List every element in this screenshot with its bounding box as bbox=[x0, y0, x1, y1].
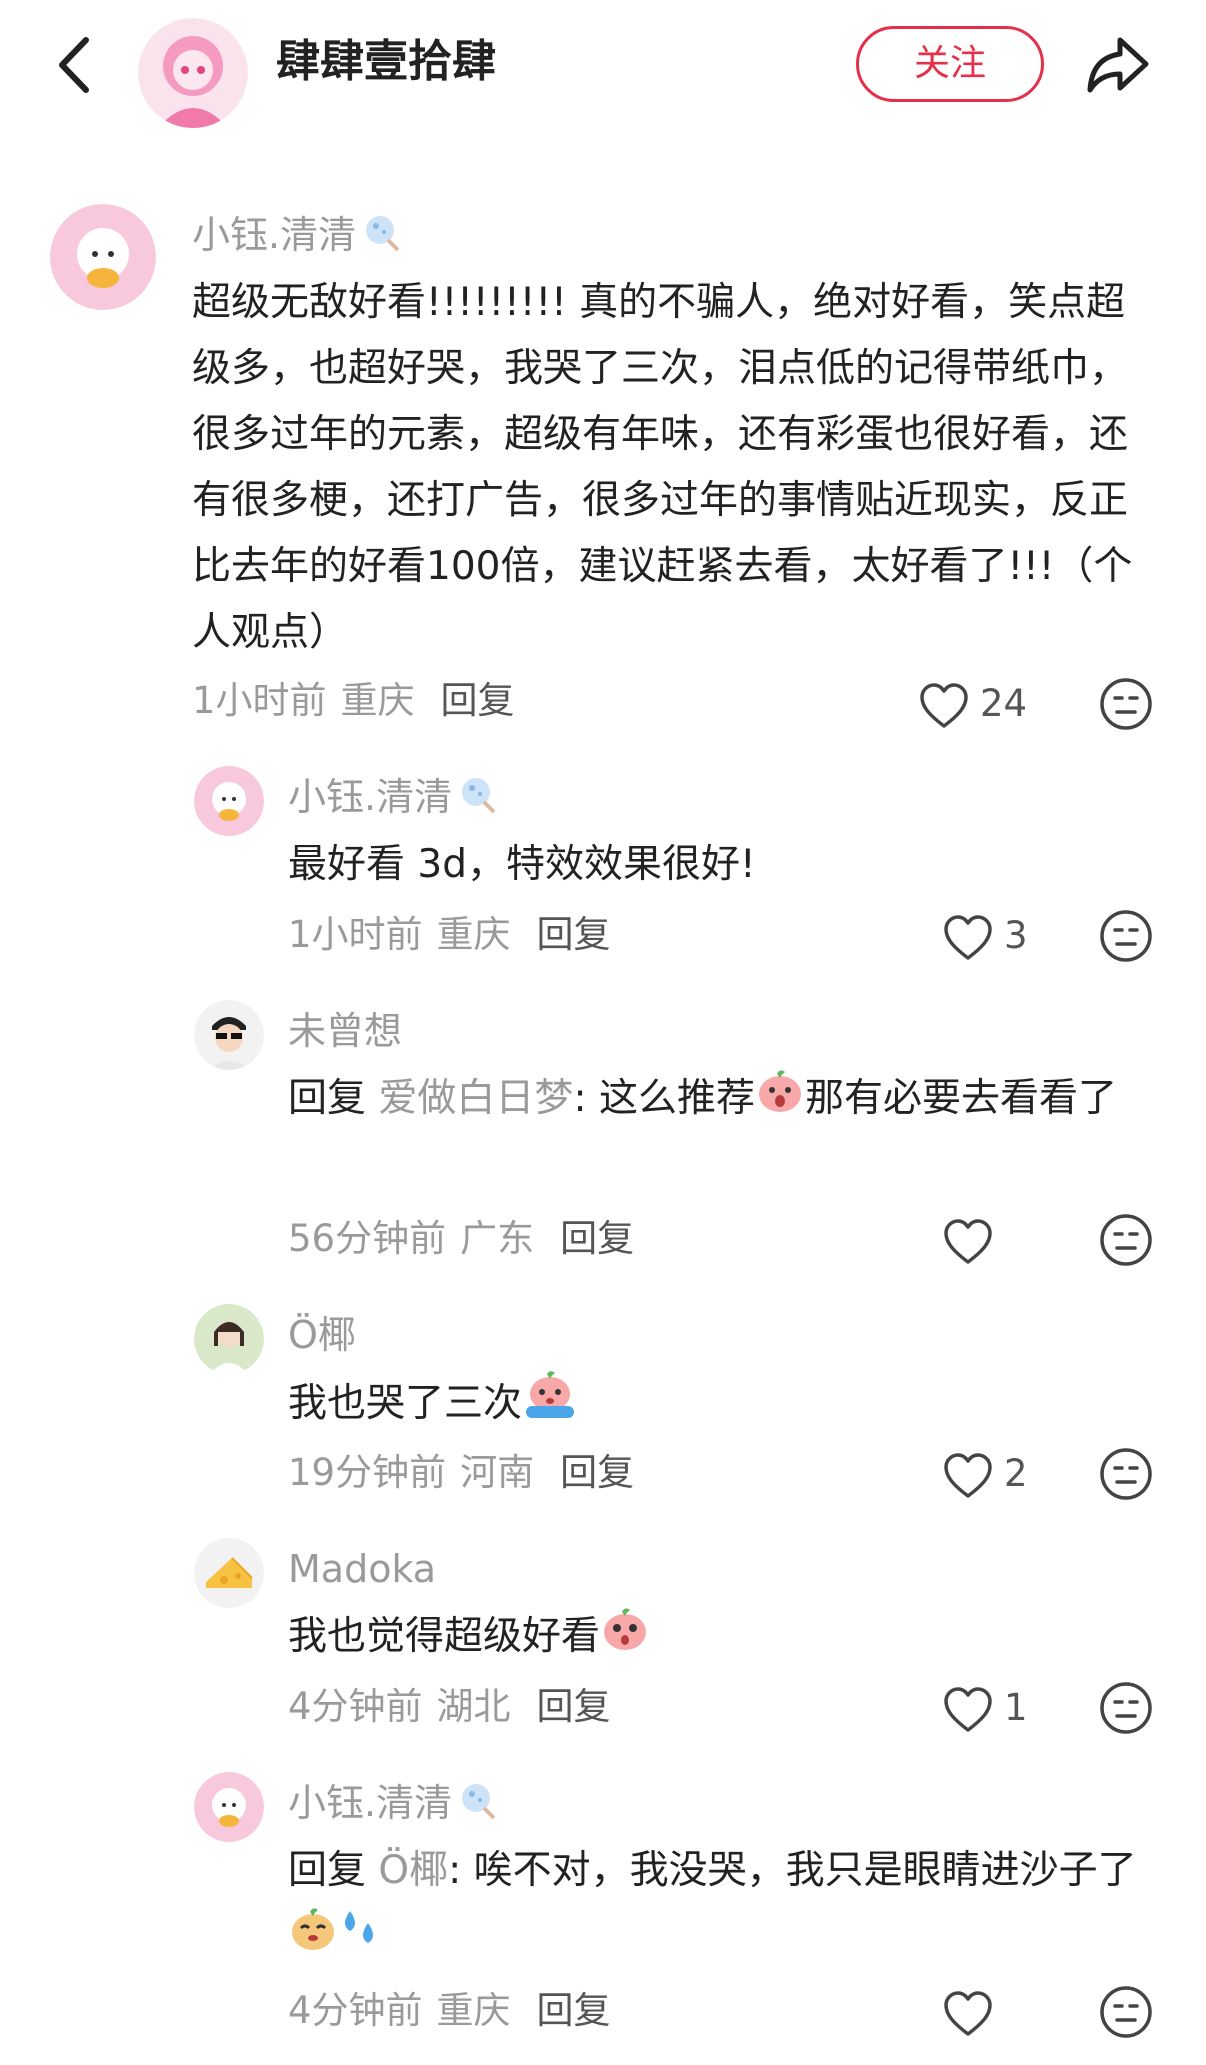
comment-time: 4分钟前 bbox=[288, 1989, 423, 2032]
reply-button[interactable]: 回复 bbox=[441, 679, 515, 722]
dislike-face-icon bbox=[1100, 1448, 1152, 1500]
author-avatar[interactable] bbox=[138, 18, 248, 128]
comment-text: 最好看 3d，特效效果很好! bbox=[288, 842, 756, 887]
follow-button[interactable]: 关注 bbox=[856, 26, 1044, 102]
like-button[interactable]: 1 bbox=[942, 1680, 1028, 1736]
dislike-button[interactable] bbox=[1098, 1446, 1154, 1502]
share-icon bbox=[1087, 37, 1149, 93]
comment-time: 56分钟前 bbox=[288, 1217, 447, 1260]
dislike-button[interactable] bbox=[1098, 1212, 1154, 1268]
comment-location: 河南 bbox=[460, 1451, 535, 1494]
like-count: 2 bbox=[1004, 1452, 1028, 1495]
comment-text-part: 那有必要去看看了 bbox=[804, 1076, 1117, 1121]
reply-target-username[interactable]: Ö椰 bbox=[378, 1848, 448, 1893]
dislike-button[interactable] bbox=[1098, 1984, 1154, 2040]
reply-button[interactable]: 回复 bbox=[560, 1451, 634, 1494]
comment-username[interactable]: 未曾想 bbox=[288, 1006, 402, 1056]
sweat-drops-emoji-icon bbox=[338, 1906, 382, 1972]
like-count: 24 bbox=[980, 682, 1028, 725]
comment-username[interactable]: 小钰.清清 bbox=[192, 210, 402, 264]
avatar[interactable] bbox=[194, 1772, 264, 1842]
comment-text: 我也觉得超级好看 bbox=[288, 1604, 1168, 1673]
sparkle-badge-icon bbox=[458, 774, 498, 826]
comment-username[interactable]: Ö椰 bbox=[288, 1310, 356, 1360]
sparkle-badge-icon bbox=[362, 212, 402, 264]
back-arrow-icon bbox=[59, 37, 89, 93]
like-button[interactable]: 2 bbox=[942, 1446, 1028, 1502]
avatar[interactable] bbox=[50, 204, 156, 310]
like-count: 1 bbox=[1004, 1686, 1028, 1729]
comment-text: 回复 爱做白日梦: 这么推荐 那有必要去看看了 bbox=[288, 1066, 1168, 1135]
comment-item: Ö椰 我也哭了三次 19分钟前 河南 回复 2 bbox=[0, 1300, 1206, 1520]
comment-username[interactable]: 小钰.清清 bbox=[288, 772, 498, 826]
comment-time: 1小时前 bbox=[288, 913, 423, 956]
dislike-face-icon bbox=[1100, 1986, 1152, 2038]
comment-time: 1小时前 bbox=[192, 679, 327, 722]
comment-meta: 56分钟前 广东 回复 bbox=[288, 1214, 634, 1264]
comment-username[interactable]: 小钰.清清 bbox=[288, 1778, 498, 1832]
dislike-face-icon bbox=[1100, 1682, 1152, 1734]
author-name[interactable]: 肆肆壹拾肆 bbox=[276, 32, 496, 92]
comment-text: 超级无敌好看!!!!!!!!! 真的不骗人，绝对好看，笑点超级多，也超好哭，我哭… bbox=[192, 280, 1133, 655]
comment-item: 小钰.清清 超级无敌好看!!!!!!!!! 真的不骗人，绝对好看，笑点超级多，也… bbox=[0, 200, 1206, 740]
comment-item: Madoka 我也觉得超级好看 4分钟前 湖北 回复 1 bbox=[0, 1534, 1206, 1754]
comment-meta: 19分钟前 河南 回复 bbox=[288, 1448, 634, 1498]
dislike-button[interactable] bbox=[1098, 1680, 1154, 1736]
dislike-button[interactable] bbox=[1098, 908, 1154, 964]
heart-icon bbox=[944, 1686, 992, 1732]
reply-button[interactable]: 回复 bbox=[537, 913, 611, 956]
comment-text-part: : 这么推荐 bbox=[573, 1076, 755, 1121]
comment-meta: 1小时前 重庆 回复 bbox=[192, 676, 515, 726]
comment-location: 重庆 bbox=[436, 1989, 511, 2032]
comment-item: 未曾想 回复 爱做白日梦: 这么推荐 那有必要去看看了 56分钟前 广东 回复 bbox=[0, 996, 1206, 1296]
avatar[interactable] bbox=[194, 1000, 264, 1070]
comment-location: 重庆 bbox=[340, 679, 415, 722]
comment-meta: 4分钟前 重庆 回复 bbox=[288, 1986, 611, 2036]
shocked-peach-emoji-icon bbox=[755, 1066, 805, 1135]
comment-item: 小钰.清清 回复 Ö椰: 唉不对，我没哭，我只是眼睛进沙子了 4分钟前 重庆 回复 bbox=[0, 1768, 1206, 2065]
like-count: 3 bbox=[1004, 914, 1028, 957]
avatar[interactable] bbox=[194, 1304, 264, 1374]
comment-username[interactable]: Madoka bbox=[288, 1544, 436, 1594]
comment-text: 回复 Ö椰: 唉不对，我没哭，我只是眼睛进沙子了 bbox=[288, 1838, 1168, 1973]
reply-button[interactable]: 回复 bbox=[537, 1989, 611, 2032]
reply-prefix: 回复 bbox=[288, 1076, 367, 1121]
like-button[interactable] bbox=[942, 1984, 1004, 2040]
dislike-face-icon bbox=[1100, 910, 1152, 962]
share-button[interactable] bbox=[1082, 30, 1152, 100]
surprised-peach-emoji-icon bbox=[600, 1604, 650, 1673]
heart-icon bbox=[944, 914, 992, 960]
smug-peach-emoji-icon bbox=[288, 1904, 338, 1973]
heart-icon bbox=[944, 1452, 992, 1498]
sparkle-badge-icon bbox=[458, 1780, 498, 1832]
reply-target-username[interactable]: 爱做白日梦 bbox=[378, 1076, 573, 1121]
comment-time: 19分钟前 bbox=[288, 1451, 447, 1494]
dislike-face-icon bbox=[1100, 678, 1152, 730]
comment-item: 小钰.清清 最好看 3d，特效效果很好! 1小时前 重庆 回复 3 bbox=[0, 762, 1206, 982]
back-button[interactable] bbox=[52, 30, 102, 100]
avatar[interactable] bbox=[194, 766, 264, 836]
dislike-button[interactable] bbox=[1098, 676, 1154, 732]
heart-icon bbox=[944, 1990, 992, 2036]
heart-icon bbox=[920, 682, 968, 728]
heart-icon bbox=[944, 1218, 992, 1264]
reply-button[interactable]: 回复 bbox=[537, 1685, 611, 1728]
comment-meta: 1小时前 重庆 回复 bbox=[288, 910, 611, 960]
comment-location: 广东 bbox=[460, 1217, 535, 1260]
comment-time: 4分钟前 bbox=[288, 1685, 423, 1728]
comment-text-part: : 唉不对，我没哭，我只是眼睛进沙子了 bbox=[448, 1848, 1137, 1893]
comment-location: 湖北 bbox=[436, 1685, 511, 1728]
avatar[interactable] bbox=[194, 1538, 264, 1608]
top-bar: 肆肆壹拾肆 关注 bbox=[0, 0, 1206, 130]
like-button[interactable]: 24 bbox=[918, 676, 1027, 732]
reply-button[interactable]: 回复 bbox=[560, 1217, 634, 1260]
reply-prefix: 回复 bbox=[288, 1848, 367, 1893]
comment-location: 重庆 bbox=[436, 913, 511, 956]
comment-text: 我也哭了三次 bbox=[288, 1370, 1168, 1441]
dislike-face-icon bbox=[1100, 1214, 1152, 1266]
like-button[interactable]: 3 bbox=[942, 908, 1028, 964]
comment-meta: 4分钟前 湖北 回复 bbox=[288, 1682, 611, 1732]
like-button[interactable] bbox=[942, 1212, 1004, 1268]
crying-peach-emoji-icon bbox=[522, 1370, 578, 1441]
